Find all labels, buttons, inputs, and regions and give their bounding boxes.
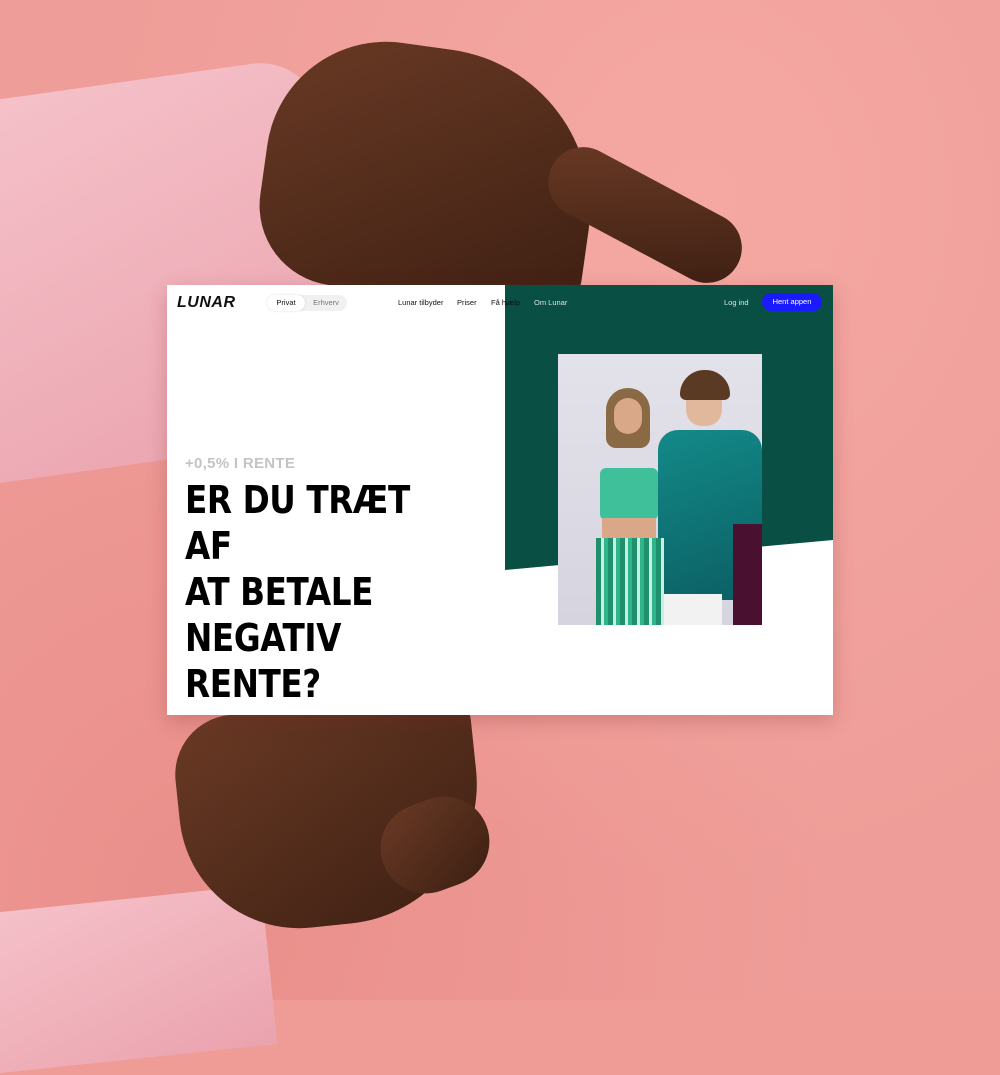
get-app-button[interactable]: Hent appen [762, 293, 822, 311]
photo-suitcase [733, 524, 762, 625]
rate-kicker: +0,5% I RENTE [185, 455, 296, 472]
website-card: LUNAR Privat Erhverv Lunar tilbyder Pris… [167, 285, 833, 715]
photo-woman-pants [596, 538, 664, 625]
headline-line-1: ER DU TRÆT AF [185, 478, 410, 568]
hero-headline: ER DU TRÆT AF AT BETALE NEGATIV RENTE? [185, 477, 443, 707]
headline-line-4: RENTE? [185, 662, 321, 706]
segment-toggle: Privat Erhverv [267, 295, 347, 311]
login-link[interactable]: Log ind [724, 298, 749, 307]
nav-link-faa-hjaelp[interactable]: Få hjælp [491, 298, 520, 307]
nav-link-lunar-tilbyder[interactable]: Lunar tilbyder [398, 298, 443, 307]
headline-line-3: NEGATIV [185, 616, 341, 660]
photo-woman-midriff [602, 518, 656, 540]
pink-sleeve-bottom [0, 884, 278, 1075]
photo-woman-top [600, 468, 658, 520]
headline-line-2: AT BETALE [185, 570, 373, 614]
photo-man-pants [662, 594, 722, 625]
photo-woman-face [614, 398, 642, 434]
segment-privat[interactable]: Privat [267, 295, 305, 311]
photo-man-hair [680, 370, 730, 400]
nav-link-priser[interactable]: Priser [457, 298, 477, 307]
top-nav: LUNAR Privat Erhverv Lunar tilbyder Pris… [167, 285, 833, 321]
lunar-logo[interactable]: LUNAR [177, 294, 236, 312]
segment-erhverv[interactable]: Erhverv [307, 295, 345, 311]
hero-photo [558, 354, 762, 625]
nav-link-om-lunar[interactable]: Om Lunar [534, 298, 567, 307]
